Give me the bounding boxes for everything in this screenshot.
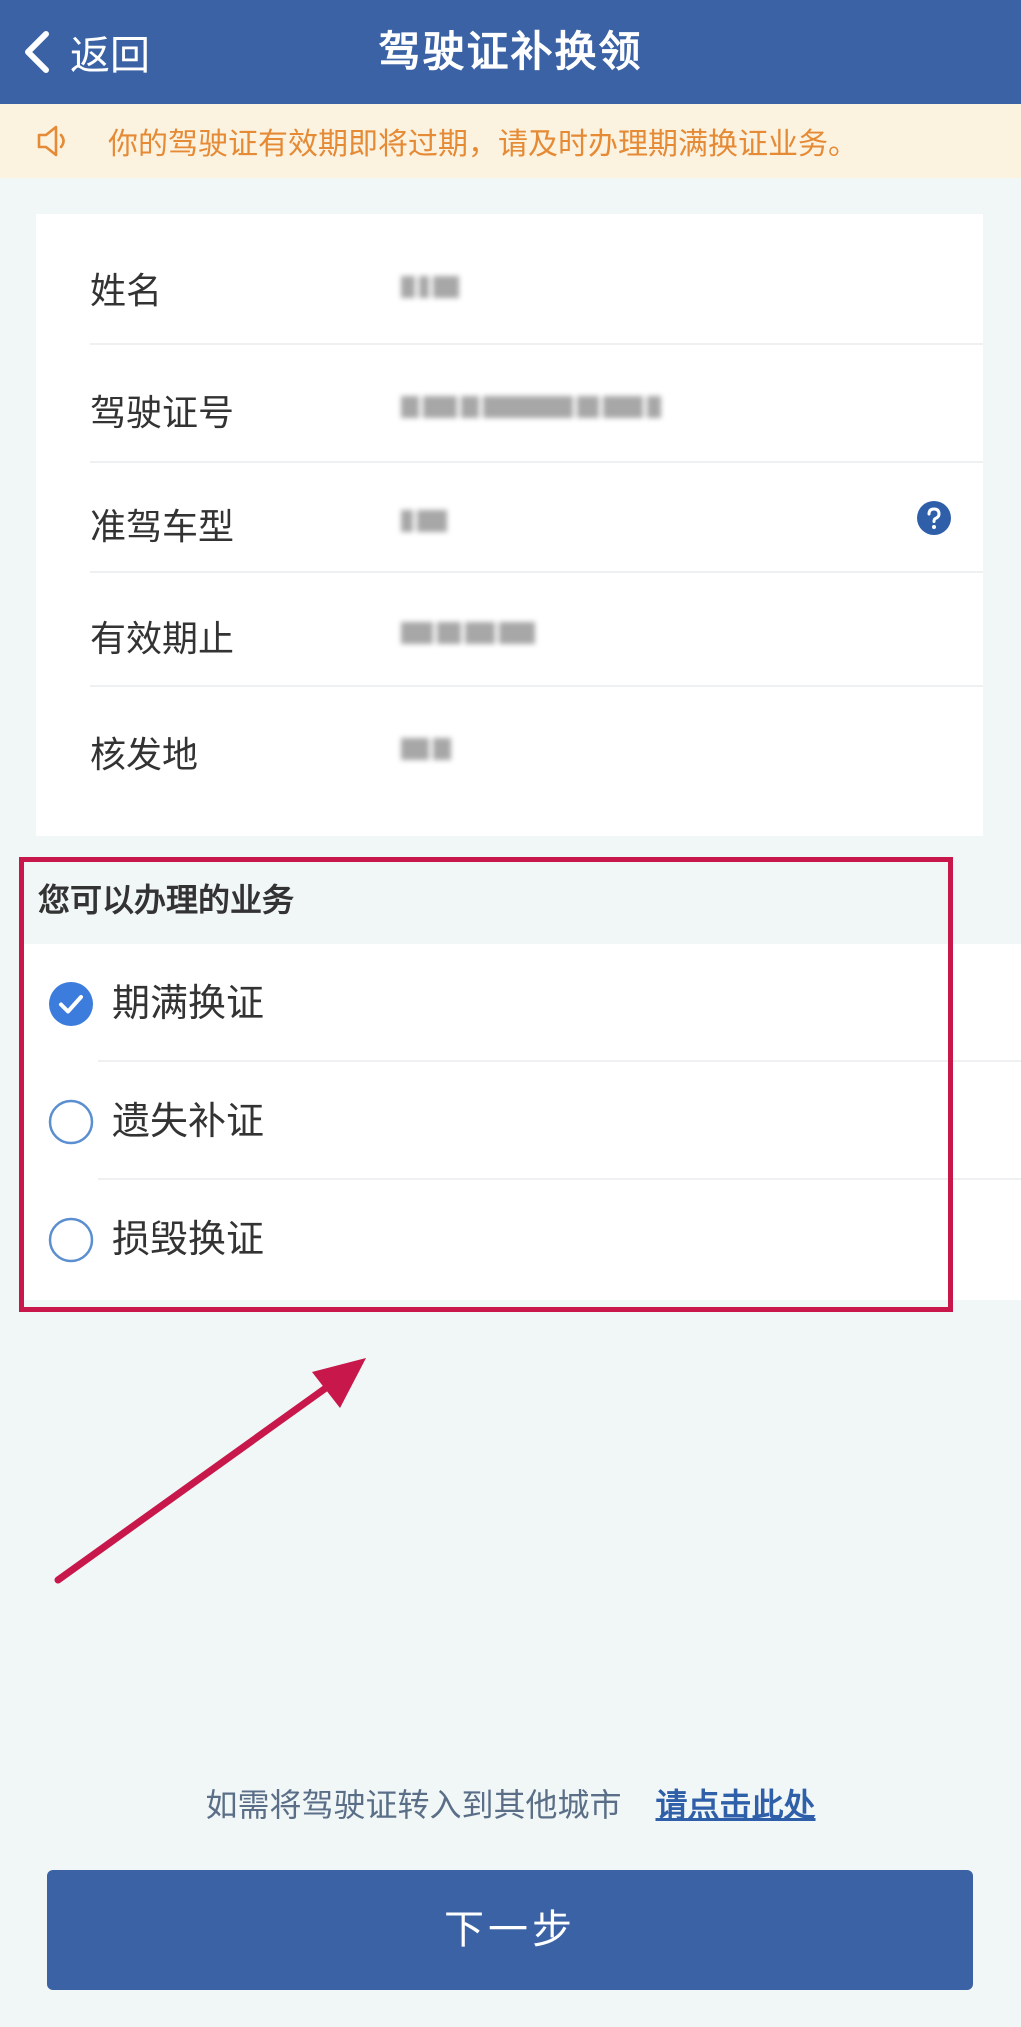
next-button[interactable]: 下一步 xyxy=(47,1870,973,1990)
annotation-arrow-icon xyxy=(54,1358,366,1584)
transfer-link[interactable]: 请点击此处 xyxy=(656,1786,816,1824)
transfer-prompt: 如需将驾驶证转入到其他城市 请点击此处 xyxy=(0,1780,1021,1826)
transfer-text: 如需将驾驶证转入到其他城市 xyxy=(205,1786,622,1824)
